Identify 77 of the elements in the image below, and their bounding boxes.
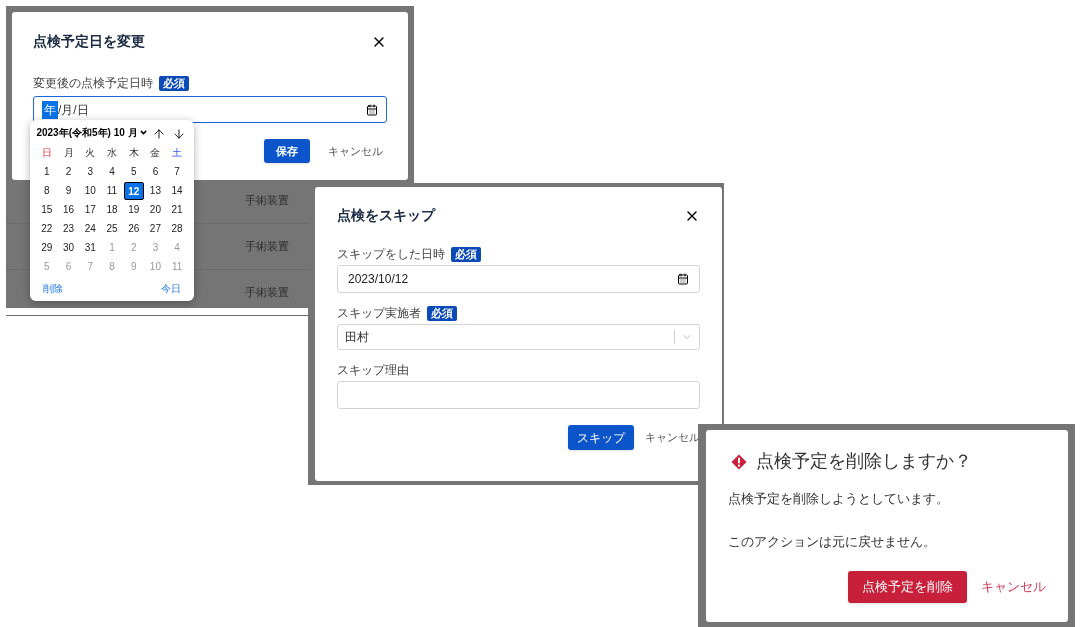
required-badge: 必須 bbox=[427, 305, 457, 321]
calendar-day[interactable]: 12 bbox=[123, 181, 144, 200]
dialog-title: 点検予定日を変更 bbox=[33, 32, 145, 51]
calendar-day[interactable]: 1 bbox=[36, 162, 57, 181]
weekday-label: 金 bbox=[149, 146, 162, 160]
today-link[interactable]: 今日 bbox=[161, 281, 181, 296]
calendar-day[interactable]: 13 bbox=[145, 181, 166, 200]
skip-button[interactable]: スキップ bbox=[568, 425, 634, 450]
calendar-day[interactable]: 5 bbox=[123, 162, 144, 181]
dialog-title: 点検をスキップ bbox=[337, 206, 435, 225]
dialog-message: 点検予定を削除しようとしています。 bbox=[728, 490, 950, 508]
date-segment[interactable]: / bbox=[58, 100, 62, 119]
field-label: スキップ理由 bbox=[337, 362, 409, 379]
dialog-message: このアクションは元に戻せません。 bbox=[728, 533, 937, 551]
text-input-field[interactable] bbox=[337, 381, 700, 409]
calendar-day[interactable]: 6 bbox=[145, 162, 166, 181]
cancel-button[interactable]: キャンセル bbox=[981, 577, 1046, 597]
calendar-day[interactable]: 19 bbox=[123, 200, 144, 219]
calendar-day[interactable]: 15 bbox=[36, 200, 57, 219]
field-label: スキップ実施者 bbox=[337, 305, 421, 322]
field-value: 2023/10/12 bbox=[348, 271, 409, 288]
weekday-label: 木 bbox=[127, 146, 140, 160]
weekday-label: 土 bbox=[171, 146, 184, 160]
weekday-label: 火 bbox=[84, 146, 97, 160]
date-input-field[interactable]: 2023/10/12 bbox=[337, 265, 700, 293]
calendar-day[interactable]: 18 bbox=[102, 200, 122, 219]
weekday-label: 月 bbox=[62, 146, 75, 160]
calendar-day[interactable]: 7 bbox=[167, 162, 188, 181]
calendar-day[interactable]: 22 bbox=[36, 219, 57, 238]
table-cell-text: 手術装置 bbox=[245, 193, 289, 209]
delete-button[interactable]: 点検予定を削除 bbox=[848, 571, 967, 603]
date-segment[interactable]: 月 bbox=[61, 100, 74, 119]
dialog-title: 点検予定を削除しますか？ bbox=[756, 450, 972, 473]
calendar-icon[interactable] bbox=[677, 273, 689, 285]
calendar-day[interactable]: 10 bbox=[80, 181, 101, 200]
cancel-button[interactable]: キャンセル bbox=[328, 142, 383, 160]
calendar-day[interactable]: 20 bbox=[145, 200, 166, 219]
caret-icon bbox=[138, 128, 148, 137]
calendar-day[interactable]: 25 bbox=[102, 219, 122, 238]
table-cell-text: 手術装置 bbox=[245, 239, 289, 255]
warning-icon bbox=[731, 453, 747, 470]
table-cell-text: 手術装置 bbox=[245, 285, 289, 301]
calendar-day[interactable]: 14 bbox=[167, 181, 188, 200]
date-segment[interactable]: 日 bbox=[76, 100, 89, 119]
next-month-icon[interactable] bbox=[172, 127, 186, 141]
calendar-day[interactable]: 8 bbox=[36, 181, 57, 200]
month-year-selector[interactable]: 2023年(令和5年) 10 月 bbox=[36, 126, 138, 139]
date-segment[interactable]: / bbox=[73, 100, 77, 119]
calendar-day[interactable]: 11 bbox=[102, 181, 122, 200]
calendar-day[interactable]: 2 bbox=[58, 162, 79, 181]
required-badge: 必須 bbox=[159, 75, 189, 91]
date-segment[interactable]: 年 bbox=[42, 100, 58, 119]
clear-link[interactable]: 削除 bbox=[43, 281, 63, 296]
calendar-icon[interactable] bbox=[366, 103, 378, 116]
calendar-day[interactable]: 23 bbox=[58, 219, 79, 238]
calendar-day[interactable]: 24 bbox=[80, 219, 101, 238]
field-value: 田村 bbox=[345, 329, 369, 346]
field-label: 変更後の点検予定日時 bbox=[33, 75, 153, 92]
calendar-day[interactable]: 16 bbox=[58, 200, 79, 219]
required-badge: 必須 bbox=[451, 246, 481, 262]
weekday-label: 水 bbox=[106, 146, 118, 160]
calendar-day[interactable]: 9 bbox=[58, 181, 79, 200]
save-button[interactable]: 保存 bbox=[264, 139, 310, 163]
previous-month-icon[interactable] bbox=[152, 127, 166, 141]
calendar-day[interactable]: 29 bbox=[36, 238, 57, 257]
calendar-day[interactable]: 28 bbox=[167, 219, 188, 238]
calendar-day[interactable]: 30 bbox=[58, 238, 79, 257]
calendar-day[interactable]: 26 bbox=[123, 219, 144, 238]
calendar-day[interactable]: 3 bbox=[80, 162, 101, 181]
weekday-label: 日 bbox=[40, 146, 53, 160]
calendar-day[interactable]: 17 bbox=[80, 200, 101, 219]
calendar-day[interactable]: 31 bbox=[80, 238, 101, 257]
field-label: スキップをした日時 bbox=[337, 246, 445, 263]
calendar-day[interactable]: 21 bbox=[167, 200, 188, 219]
calendar-day[interactable]: 4 bbox=[102, 162, 122, 181]
select-field[interactable]: 田村 bbox=[337, 324, 700, 350]
calendar-day[interactable]: 27 bbox=[145, 219, 166, 238]
